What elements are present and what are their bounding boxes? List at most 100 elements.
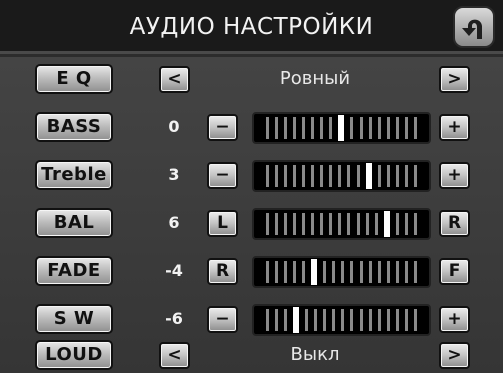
slider-tick: [413, 117, 417, 139]
slider-tick: [350, 117, 354, 139]
slider-tick: [365, 213, 369, 235]
title-bar: АУДИО НАСТРОЙКИ: [0, 0, 503, 54]
slider-tick: [284, 165, 288, 187]
slider-tick: [395, 165, 399, 187]
eq-next-button[interactable]: >: [439, 66, 470, 93]
slider-handle[interactable]: [383, 211, 390, 237]
treble-plus-button[interactable]: +: [439, 162, 470, 189]
slider-tick: [302, 213, 306, 235]
slider-tick: [284, 213, 288, 235]
slider-tick: [266, 309, 270, 331]
slider-tick: [323, 309, 327, 331]
slider-tick: [404, 117, 408, 139]
slider-tick: [284, 261, 288, 283]
loud-next-button[interactable]: >: [439, 342, 470, 369]
slider-tick: [293, 213, 297, 235]
balance-button[interactable]: BAL: [35, 208, 113, 238]
subwoofer-button[interactable]: S W: [35, 304, 113, 334]
slider-tick: [377, 165, 381, 187]
treble-row: Treble 3 − +: [0, 157, 503, 193]
slider-tick: [413, 261, 417, 283]
slider-tick: [293, 117, 297, 139]
slider-tick: [332, 309, 336, 331]
slider-tick: [368, 117, 372, 139]
slider-tick: [341, 309, 345, 331]
loud-prev-button[interactable]: <: [159, 342, 190, 369]
slider-tick: [302, 165, 306, 187]
loud-button[interactable]: LOUD: [35, 340, 113, 370]
back-button[interactable]: [453, 6, 495, 48]
slider-tick: [293, 261, 297, 283]
slider-handle[interactable]: [365, 163, 372, 189]
balance-slider[interactable]: [252, 208, 431, 240]
slider-tick: [413, 213, 417, 235]
loud-row: LOUD < Выкл >: [0, 337, 503, 373]
treble-value: 3: [168, 165, 180, 184]
slider-tick: [314, 309, 318, 331]
treble-button[interactable]: Treble: [35, 160, 113, 190]
balance-row: BAL 6 L R: [0, 205, 503, 241]
slider-tick: [311, 117, 315, 139]
slider-tick: [320, 165, 324, 187]
eq-button[interactable]: E Q: [35, 64, 113, 94]
treble-minus-button[interactable]: −: [207, 162, 238, 189]
subwoofer-row: S W -6 − +: [0, 301, 503, 337]
treble-slider[interactable]: [252, 160, 431, 192]
subwoofer-slider[interactable]: [252, 304, 431, 336]
bass-button[interactable]: BASS: [35, 112, 113, 142]
slider-tick: [359, 117, 363, 139]
slider-tick: [374, 213, 378, 235]
slider-tick: [266, 213, 270, 235]
slider-tick: [266, 165, 270, 187]
fade-button[interactable]: FADE: [35, 256, 113, 286]
slider-tick: [395, 261, 399, 283]
balance-left-button[interactable]: L: [207, 210, 238, 237]
eq-prev-button[interactable]: <: [159, 66, 190, 93]
slider-tick: [404, 261, 408, 283]
slider-tick: [275, 213, 279, 235]
slider-tick: [377, 261, 381, 283]
slider-tick: [293, 165, 297, 187]
eq-preset-value: Ровный: [279, 68, 351, 89]
eq-row: E Q < Ровный >: [0, 61, 503, 97]
bass-minus-button[interactable]: −: [207, 114, 238, 141]
subwoofer-plus-button[interactable]: +: [439, 306, 470, 333]
slider-tick: [368, 309, 372, 331]
slider-tick: [275, 165, 279, 187]
slider-tick: [356, 213, 360, 235]
bass-plus-button[interactable]: +: [439, 114, 470, 141]
slider-tick: [338, 165, 342, 187]
subwoofer-minus-button[interactable]: −: [207, 306, 238, 333]
slider-tick: [395, 309, 399, 331]
slider-tick: [356, 165, 360, 187]
slider-tick: [275, 261, 279, 283]
loud-state-value: Выкл: [290, 344, 340, 365]
slider-tick: [311, 213, 315, 235]
slider-tick: [329, 117, 333, 139]
page-title: АУДИО НАСТРОЙКИ: [129, 14, 374, 40]
slider-handle[interactable]: [293, 307, 300, 333]
slider-tick: [320, 213, 324, 235]
slider-tick: [329, 165, 333, 187]
slider-tick: [404, 309, 408, 331]
slider-tick: [323, 261, 327, 283]
slider-tick: [359, 309, 363, 331]
bass-slider[interactable]: [252, 112, 431, 144]
slider-tick: [302, 117, 306, 139]
slider-tick: [275, 117, 279, 139]
slider-tick: [386, 309, 390, 331]
slider-tick: [311, 165, 315, 187]
balance-right-button[interactable]: R: [439, 210, 470, 237]
slider-tick: [404, 165, 408, 187]
fade-slider[interactable]: [252, 256, 431, 288]
slider-tick: [350, 309, 354, 331]
fade-front-button[interactable]: F: [439, 258, 470, 285]
slider-tick: [302, 261, 306, 283]
slider-handle[interactable]: [311, 259, 318, 285]
fade-rear-button[interactable]: R: [207, 258, 238, 285]
slider-tick: [377, 117, 381, 139]
slider-tick: [347, 213, 351, 235]
slider-tick: [284, 117, 288, 139]
slider-tick: [266, 117, 270, 139]
slider-handle[interactable]: [338, 115, 345, 141]
